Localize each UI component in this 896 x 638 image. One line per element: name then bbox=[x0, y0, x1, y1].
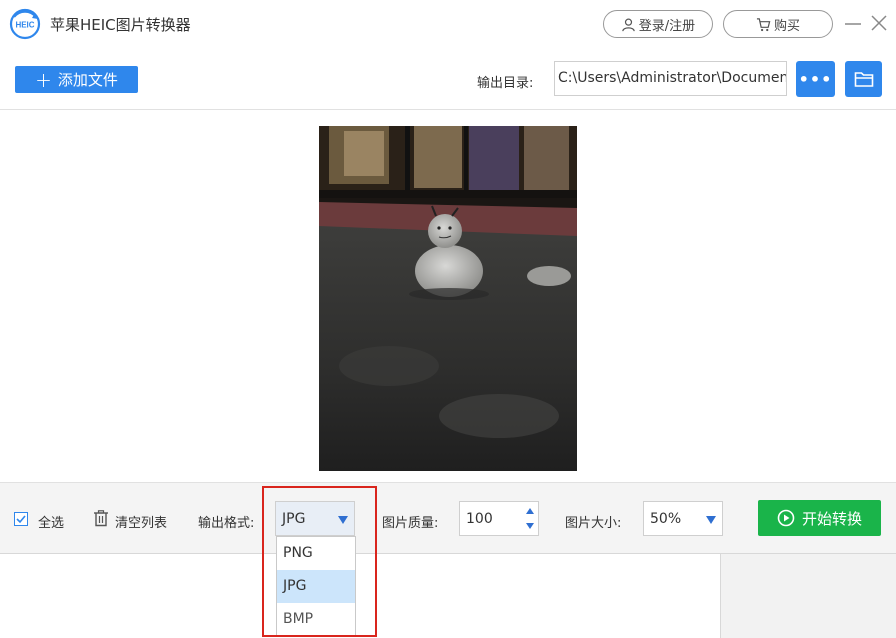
clear-list-button[interactable]: 清空列表 bbox=[115, 512, 167, 531]
app-window: HEIC 苹果HEIC图片转换器 登录/注册 购买 + 添加文件 输出目录: C… bbox=[0, 0, 896, 638]
add-file-button[interactable]: + 添加文件 bbox=[15, 66, 138, 93]
minimize-icon[interactable] bbox=[845, 12, 861, 34]
format-option-jpg[interactable]: JPG bbox=[277, 570, 355, 603]
trash-icon[interactable] bbox=[93, 510, 109, 527]
size-value: 50% bbox=[650, 511, 682, 527]
output-dir-label: 输出目录: bbox=[477, 76, 534, 91]
heic-logo-icon: HEIC bbox=[9, 8, 41, 40]
browse-more-button[interactable]: ••• bbox=[796, 61, 835, 97]
format-dropdown-list: PNG JPG BMP bbox=[276, 536, 356, 637]
controls-bar: 全选 清空列表 输出格式: JPG 图片质量: 100 图片大小: 50% 开始… bbox=[0, 482, 896, 554]
output-dir-field[interactable]: C:\Users\Administrator\Documents bbox=[554, 61, 787, 96]
select-all-label[interactable]: 全选 bbox=[38, 512, 64, 531]
folder-icon bbox=[854, 72, 873, 87]
image-preview bbox=[319, 126, 577, 471]
close-icon[interactable] bbox=[870, 12, 888, 34]
select-all-checkbox[interactable] bbox=[14, 512, 28, 526]
format-option-png[interactable]: PNG bbox=[277, 537, 355, 570]
start-convert-label: 开始转换 bbox=[801, 509, 862, 528]
title-bar: HEIC 苹果HEIC图片转换器 登录/注册 购买 bbox=[0, 0, 896, 48]
user-icon bbox=[622, 18, 635, 31]
format-select[interactable]: JPG bbox=[275, 501, 355, 536]
format-option-bmp[interactable]: BMP bbox=[277, 603, 355, 636]
size-label: 图片大小: bbox=[565, 516, 622, 531]
more-dots-icon: ••• bbox=[798, 69, 833, 89]
open-folder-button[interactable] bbox=[845, 61, 882, 97]
buy-button[interactable]: 购买 bbox=[723, 10, 833, 38]
side-panel bbox=[720, 554, 896, 638]
logo-text: HEIC bbox=[15, 21, 34, 30]
toolbar: + 添加文件 输出目录: C:\Users\Administrator\Docu… bbox=[0, 48, 896, 110]
cart-icon bbox=[756, 17, 771, 31]
login-button[interactable]: 登录/注册 bbox=[603, 10, 713, 38]
chevron-down-icon bbox=[338, 516, 348, 524]
quality-label: 图片质量: bbox=[382, 516, 439, 531]
start-convert-button[interactable]: 开始转换 bbox=[758, 500, 881, 536]
quality-stepper[interactable]: 100 bbox=[459, 501, 539, 536]
app-title: 苹果HEIC图片转换器 bbox=[50, 16, 191, 34]
format-value: JPG bbox=[282, 511, 306, 527]
format-label: 输出格式: bbox=[198, 516, 255, 531]
login-label: 登录/注册 bbox=[638, 18, 696, 34]
chevron-down-icon bbox=[706, 516, 716, 524]
decrement-icon[interactable] bbox=[526, 523, 534, 529]
increment-icon[interactable] bbox=[526, 508, 534, 514]
size-select[interactable]: 50% bbox=[643, 501, 723, 536]
add-file-label: 添加文件 bbox=[57, 71, 118, 89]
plus-icon: + bbox=[35, 67, 52, 92]
buy-label: 购买 bbox=[773, 18, 800, 34]
quality-value: 100 bbox=[466, 511, 493, 527]
play-circle-icon bbox=[777, 509, 795, 527]
